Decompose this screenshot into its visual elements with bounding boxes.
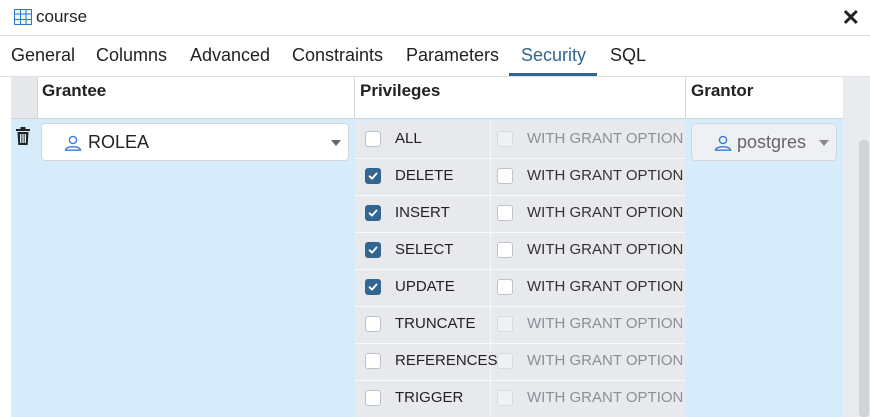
privilege-row-delete: DELETE WITH GRANT OPTION bbox=[355, 158, 685, 195]
grid-gutter-header bbox=[11, 77, 37, 118]
header-divider bbox=[354, 77, 355, 118]
privilege-checkbox-trigger[interactable] bbox=[365, 390, 381, 406]
chevron-down-icon bbox=[819, 140, 829, 146]
tab-bar: General Columns Advanced Constraints Par… bbox=[0, 37, 870, 77]
privilege-row-truncate: TRUNCATE WITH GRANT OPTION bbox=[355, 306, 685, 343]
grantee-value: ROLEA bbox=[88, 132, 150, 152]
privilege-checkbox-references[interactable] bbox=[365, 353, 381, 369]
column-header-grantor: Grantor bbox=[691, 81, 754, 100]
grantor-value: postgres bbox=[737, 132, 807, 152]
tab-constraints[interactable]: Constraints bbox=[292, 45, 383, 66]
grantee-select[interactable]: ROLEA bbox=[41, 123, 349, 161]
with-grant-option-label: WITH GRANT OPTION bbox=[527, 204, 684, 221]
privilege-row-references: REFERENCES WITH GRANT OPTION bbox=[355, 343, 685, 380]
close-icon[interactable]: ✕ bbox=[842, 5, 860, 31]
privilege-checkbox-select[interactable] bbox=[365, 242, 381, 258]
privilege-label: ALL bbox=[395, 130, 422, 147]
privilege-row-all: ALL WITH GRANT OPTION bbox=[355, 121, 685, 158]
column-header-grantee: Grantee bbox=[42, 81, 107, 100]
user-icon bbox=[64, 135, 82, 151]
privileges-grid: Grantee Privileges Grantor ROLEA ALL WITH… bbox=[0, 77, 870, 417]
dialog-title-bar: course ✕ bbox=[0, 0, 870, 36]
privilege-checkbox-all[interactable] bbox=[365, 131, 381, 147]
with-grant-option-label: WITH GRANT OPTION bbox=[527, 315, 684, 332]
privilege-label: DELETE bbox=[395, 167, 454, 184]
with-grant-option-checkbox-delete[interactable] bbox=[497, 168, 513, 184]
privilege-label: TRIGGER bbox=[395, 389, 464, 406]
active-tab-indicator bbox=[509, 73, 597, 76]
with-grant-option-checkbox-select[interactable] bbox=[497, 242, 513, 258]
with-grant-option-checkbox-references bbox=[497, 353, 513, 369]
privilege-checkbox-update[interactable] bbox=[365, 279, 381, 295]
column-header-privileges: Privileges bbox=[360, 81, 441, 100]
with-grant-option-checkbox-truncate bbox=[497, 316, 513, 332]
privilege-row-select: SELECT WITH GRANT OPTION bbox=[355, 232, 685, 269]
tab-columns[interactable]: Columns bbox=[96, 45, 167, 66]
user-icon bbox=[714, 135, 732, 151]
privilege-checkbox-delete[interactable] bbox=[365, 168, 381, 184]
privilege-label: UPDATE bbox=[395, 278, 455, 295]
privilege-label: REFERENCES bbox=[395, 352, 498, 369]
with-grant-option-checkbox-trigger bbox=[497, 390, 513, 406]
with-grant-option-checkbox-all bbox=[497, 131, 513, 147]
grantor-select: postgres bbox=[691, 123, 837, 161]
privilege-row-insert: INSERT WITH GRANT OPTION bbox=[355, 195, 685, 232]
with-grant-option-label: WITH GRANT OPTION bbox=[527, 130, 684, 147]
tab-advanced[interactable]: Advanced bbox=[190, 45, 270, 66]
with-grant-option-checkbox-insert[interactable] bbox=[497, 205, 513, 221]
privilege-label: SELECT bbox=[395, 241, 454, 258]
privilege-row-trigger: TRIGGER WITH GRANT OPTION bbox=[355, 380, 685, 417]
chevron-down-icon bbox=[331, 140, 341, 146]
with-grant-option-label: WITH GRANT OPTION bbox=[527, 278, 684, 295]
tab-sql[interactable]: SQL bbox=[610, 45, 646, 66]
trash-icon[interactable] bbox=[15, 127, 31, 145]
privilege-row-update: UPDATE WITH GRANT OPTION bbox=[355, 269, 685, 306]
privilege-checkbox-insert[interactable] bbox=[365, 205, 381, 221]
tab-general[interactable]: General bbox=[11, 45, 75, 66]
privilege-label: TRUNCATE bbox=[395, 315, 476, 332]
dialog-title: course bbox=[36, 7, 88, 26]
scrollbar-thumb[interactable] bbox=[859, 140, 869, 417]
header-divider bbox=[685, 77, 686, 118]
with-grant-option-label: WITH GRANT OPTION bbox=[527, 352, 684, 369]
table-icon bbox=[14, 9, 32, 25]
with-grant-option-label: WITH GRANT OPTION bbox=[527, 167, 684, 184]
tab-security[interactable]: Security bbox=[521, 45, 586, 66]
privilege-label: INSERT bbox=[395, 204, 450, 221]
with-grant-option-label: WITH GRANT OPTION bbox=[527, 241, 684, 258]
privilege-checkbox-truncate[interactable] bbox=[365, 316, 381, 332]
tab-parameters[interactable]: Parameters bbox=[406, 45, 499, 66]
with-grant-option-checkbox-update[interactable] bbox=[497, 279, 513, 295]
header-divider bbox=[37, 77, 38, 118]
with-grant-option-label: WITH GRANT OPTION bbox=[527, 389, 684, 406]
